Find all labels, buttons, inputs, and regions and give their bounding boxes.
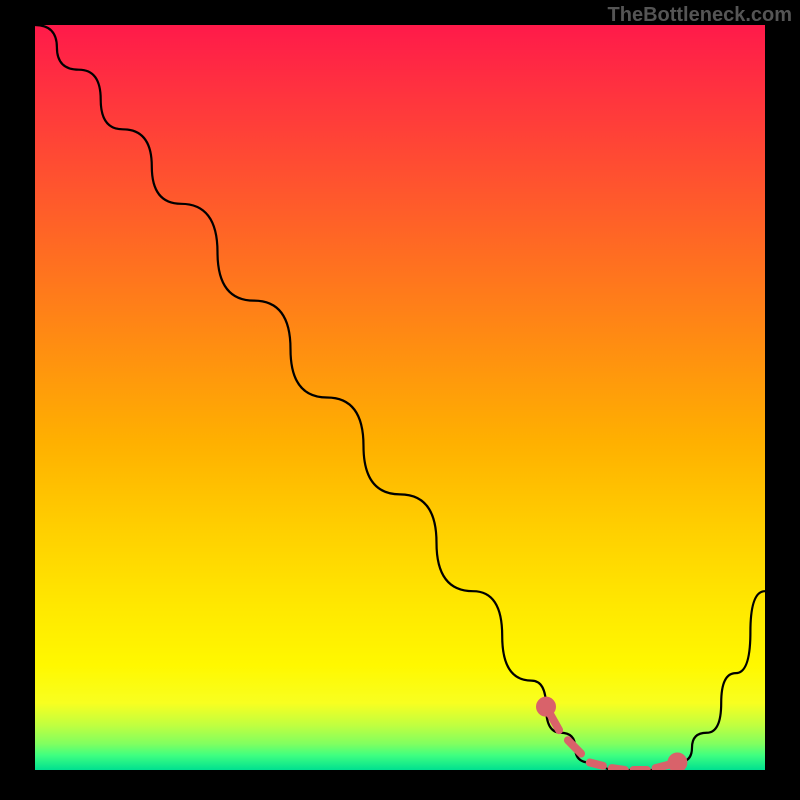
watermark-text: TheBottleneck.com (608, 4, 792, 27)
chart-plot-area (35, 25, 765, 770)
chart-background-gradient (35, 25, 765, 770)
